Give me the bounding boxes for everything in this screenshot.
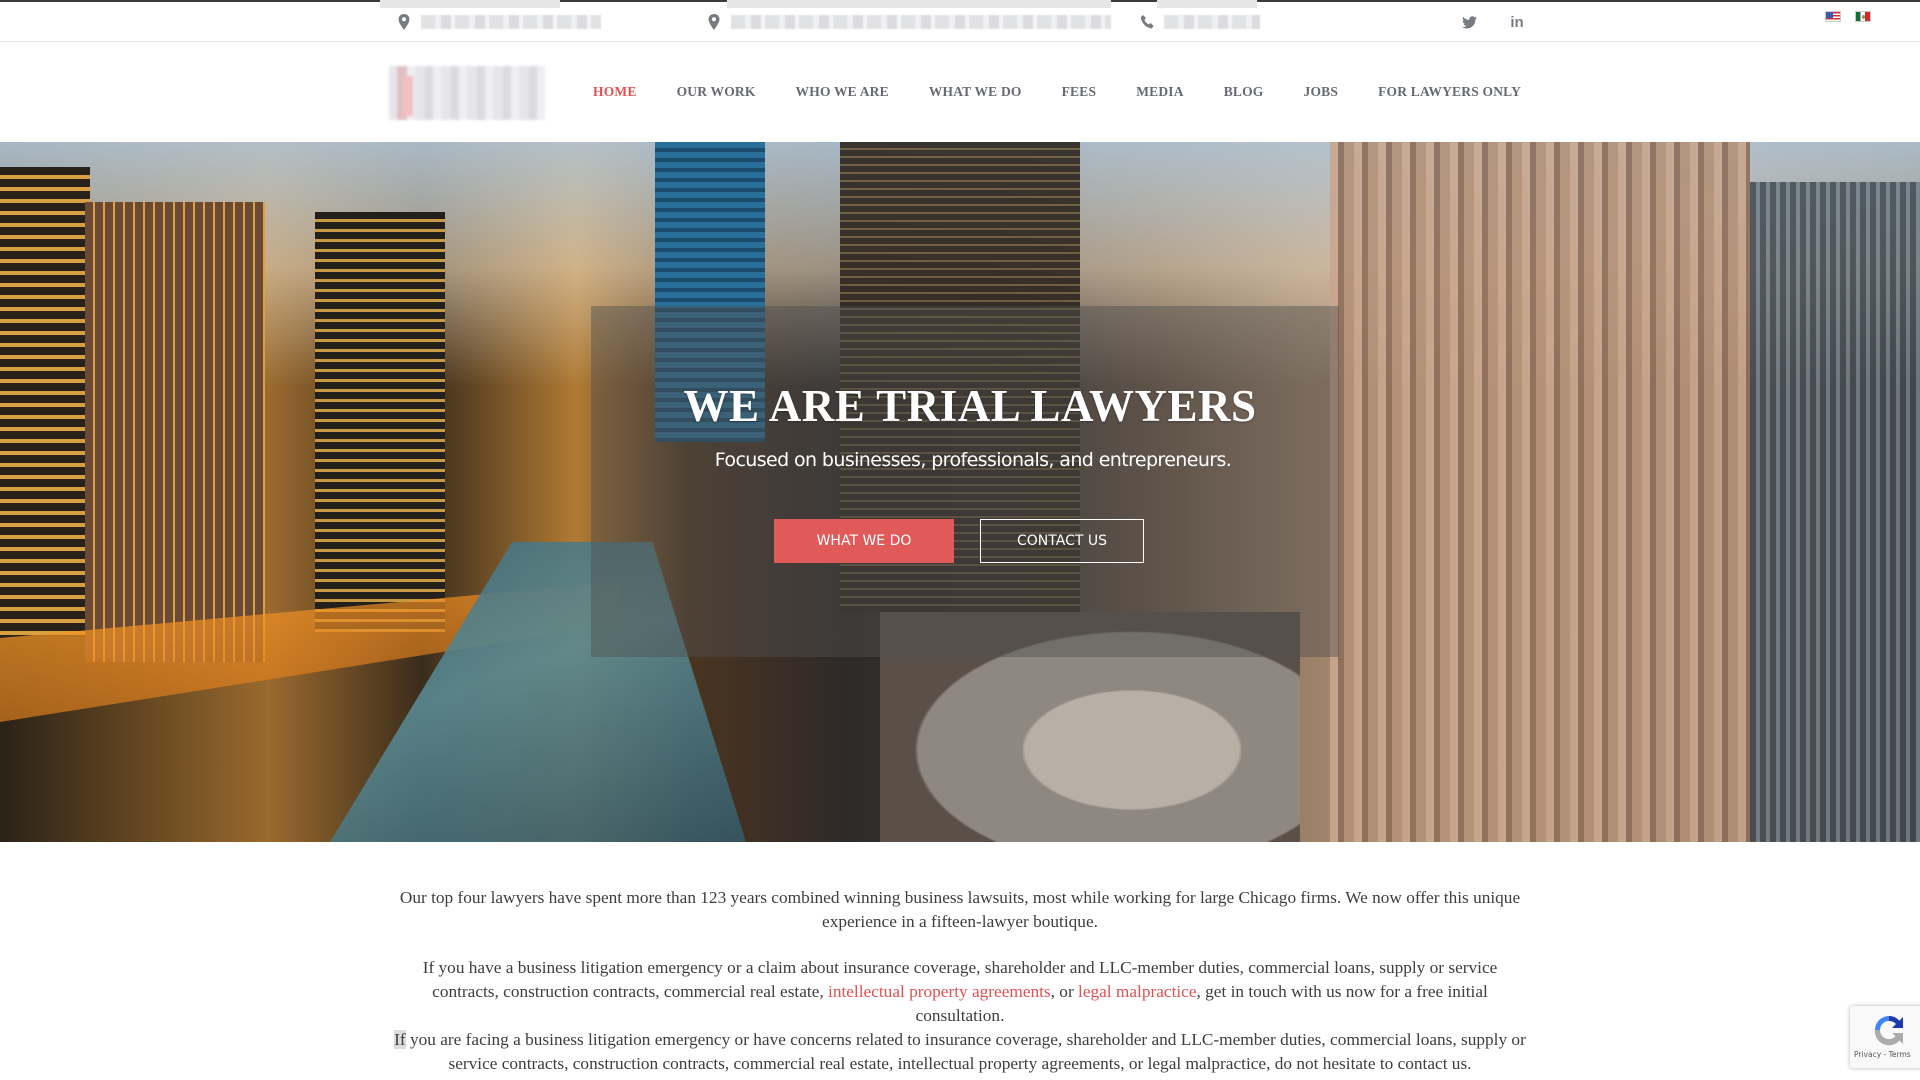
nav-what-we-do[interactable]: WHAT WE DO [929,84,1022,100]
contact-us-button[interactable]: CONTACT US [980,519,1144,563]
phone-icon [1140,15,1154,29]
intellectual-property-link[interactable]: intellectual property agreements [828,982,1051,1001]
nav-for-lawyers-only[interactable]: FOR LAWYERS ONLY [1378,84,1521,100]
top-bar: in [0,0,1920,42]
recaptcha-icon [1874,1016,1903,1046]
address-2 [707,12,1111,32]
nav-media[interactable]: MEDIA [1136,84,1184,100]
twitter-icon [1461,15,1477,28]
phone-text [1164,15,1260,29]
site-logo[interactable] [389,66,545,120]
linkedin-icon: in [1510,13,1524,31]
intro-paragraph-1: Our top four lawyers have spent more tha… [399,888,1521,931]
address-1-text [421,15,601,29]
intro-content: Our top four lawyers have spent more tha… [390,886,1530,1076]
intro-paragraph-3: If you are facing a business litigation … [390,1028,1530,1076]
legal-malpractice-link[interactable]: legal malpractice [1078,982,1197,1001]
building [1750,182,1920,842]
redaction-bar [727,0,1111,8]
paragraph-text: you are facing a business litigation eme… [405,1030,1526,1073]
redaction-bar [1157,0,1257,8]
intro-paragraph-2: If you have a business litigation emerge… [390,956,1530,1028]
hero-overlay [591,306,1339,657]
recaptcha-badge[interactable]: Privacy - Terms [1850,1006,1920,1068]
recaptcha-privacy-terms[interactable]: Privacy - Terms [1854,1050,1911,1059]
address-2-text [731,15,1111,29]
text-selection-highlight: If [394,1030,406,1049]
main-nav: HOME OUR WORK WHO WE ARE WHAT WE DO FEES… [593,42,1561,142]
twitter-link[interactable] [1460,13,1478,31]
map-pin-icon [398,14,410,30]
address-1 [397,12,601,32]
nav-our-work[interactable]: OUR WORK [677,84,756,100]
map-pin-icon [708,14,720,30]
nav-who-we-are[interactable]: WHO WE ARE [796,84,889,100]
what-we-do-button[interactable]: WHAT WE DO [774,519,954,563]
mexico-flag-icon[interactable] [1855,11,1871,22]
nav-jobs[interactable]: JOBS [1304,84,1339,100]
hero-subtitle: Focused on businesses, professionals, an… [714,449,1232,471]
building [85,202,265,662]
linkedin-link[interactable]: in [1508,13,1526,31]
nav-fees[interactable]: FEES [1062,84,1097,100]
hero-title: WE ARE TRIAL LAWYERS [683,381,1257,431]
main-header: HOME OUR WORK WHO WE ARE WHAT WE DO FEES… [0,42,1920,142]
building [1330,142,1750,842]
phone [1140,12,1260,32]
paragraph-text: , or [1050,982,1079,1001]
hero-banner: WE ARE TRIAL LAWYERS Focused on business… [0,142,1920,842]
nav-home[interactable]: HOME [593,84,637,100]
nav-blog[interactable]: BLOG [1224,84,1264,100]
us-flag-icon[interactable] [1825,11,1841,22]
redaction-bar [380,0,560,8]
